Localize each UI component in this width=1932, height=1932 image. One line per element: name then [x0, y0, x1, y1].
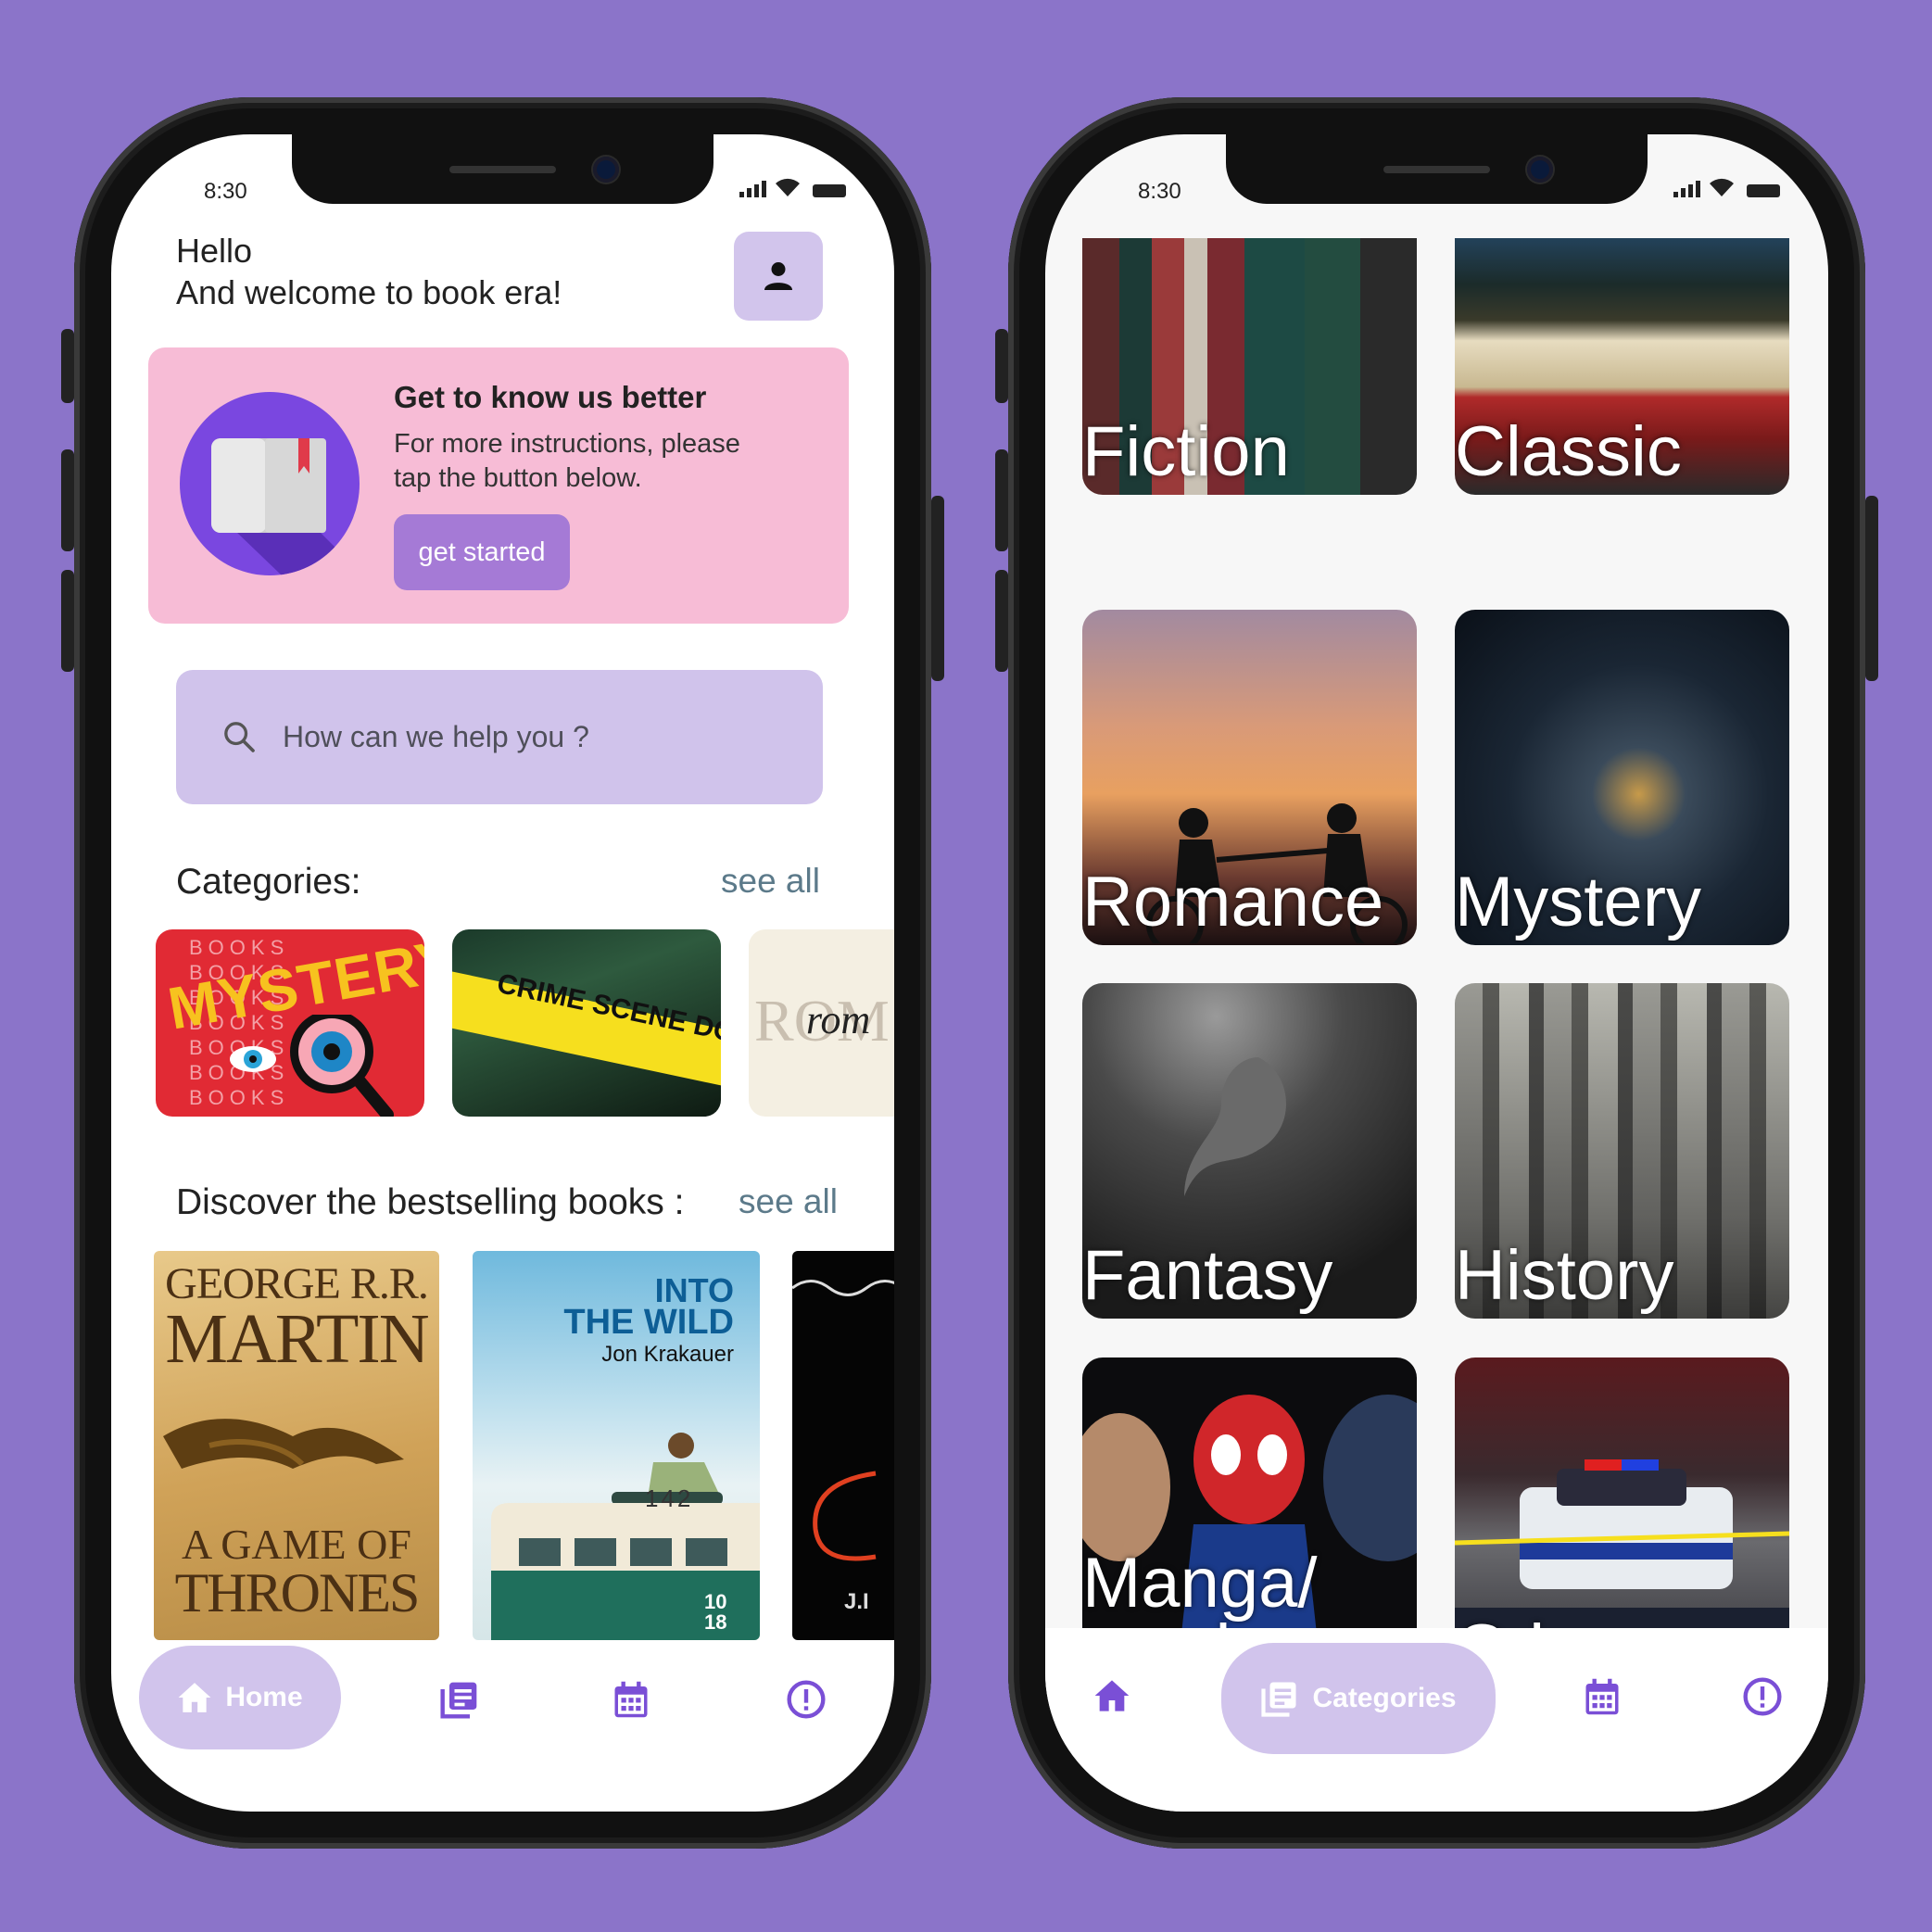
category-thumb-mystery[interactable]: BOOKS BOOKS BOOKS BOOKS BOOKS BOOKS BOOK…	[156, 929, 424, 1117]
status-icons	[739, 177, 846, 197]
nav-home-label: Home	[225, 1682, 303, 1712]
book-logo-icon	[180, 392, 360, 575]
tile-label-history: History	[1455, 1236, 1674, 1315]
nav-home-tab[interactable]: Home	[139, 1646, 341, 1749]
bestsellers-title: Discover the bestselling books :	[176, 1182, 685, 1222]
notch	[292, 134, 713, 204]
tile-label-classic: Classic	[1455, 412, 1682, 491]
battery-icon	[813, 184, 846, 197]
signal-icon	[739, 181, 766, 197]
status-time: 8:30	[204, 179, 247, 204]
tile-label-romance: Romance	[1082, 863, 1384, 941]
phone-frame-categories: 8:30 Fiction Classic Romance Mystery Fan…	[995, 97, 1878, 1849]
power-button	[931, 496, 944, 681]
category-thumb-crime[interactable]: CRIME SCENE DO NOT CROSS	[452, 929, 721, 1117]
front-camera	[1527, 157, 1553, 183]
search-icon	[224, 722, 255, 752]
categories-title: Categories:	[176, 862, 361, 902]
category-thumb-romance[interactable]: ROM rom	[749, 929, 894, 1117]
power-button	[1865, 496, 1878, 681]
signal-icon	[1673, 181, 1700, 197]
status-time: 8:30	[1138, 179, 1181, 204]
search-bar[interactable]	[176, 670, 823, 804]
bottom-nav: Home	[111, 1640, 894, 1779]
volume-up-button	[61, 449, 74, 551]
categories-see-all-link[interactable]: see all	[721, 862, 820, 901]
info-icon[interactable]	[1742, 1676, 1783, 1717]
bottom-nav: Categories	[1045, 1628, 1828, 1812]
info-icon[interactable]	[786, 1679, 827, 1720]
wifi-icon	[776, 178, 800, 196]
mute-switch	[995, 329, 1008, 403]
tile-label-fantasy: Fantasy	[1082, 1236, 1333, 1315]
calendar-icon[interactable]	[612, 1679, 650, 1720]
category-tile-fantasy[interactable]: Fantasy	[1082, 983, 1417, 1319]
battery-icon	[1747, 184, 1780, 197]
promo-card: Get to know us better For more instructi…	[148, 347, 849, 624]
category-tile-history[interactable]: History	[1455, 983, 1789, 1319]
volume-down-button	[995, 570, 1008, 672]
category-tile-classic[interactable]: Classic	[1455, 238, 1789, 495]
status-icons	[1673, 177, 1780, 197]
home-icon	[178, 1683, 211, 1712]
categories-screen: 8:30 Fiction Classic Romance Mystery Fan…	[1045, 134, 1828, 1812]
promo-description-line2: tap the button below.	[394, 463, 642, 493]
magnifier-eye-icon	[230, 1015, 394, 1117]
profile-button[interactable]	[734, 232, 823, 321]
front-camera	[593, 157, 619, 183]
volume-down-button	[61, 570, 74, 672]
tile-label-mystery: Mystery	[1455, 863, 1701, 941]
greeting-welcome: And welcome to book era!	[176, 273, 562, 311]
promo-description-line1: For more instructions, please	[394, 429, 740, 459]
book-cover-game-of-thrones[interactable]: GEORGE R.R. MARTIN A GAME OF THRONES	[154, 1251, 439, 1640]
phone-frame-home: 8:30 Hello And welcome to book era! Get	[61, 97, 944, 1849]
book-cover-into-the-wild[interactable]: INTO THE WILD Jon Krakauer 142 10 18	[473, 1251, 760, 1640]
get-started-button[interactable]: get started	[394, 514, 570, 590]
tile-label-fiction: Fiction	[1082, 412, 1290, 491]
library-icon	[1261, 1682, 1296, 1717]
mute-switch	[61, 329, 74, 403]
category-tile-romance[interactable]: Romance	[1082, 610, 1417, 945]
library-icon[interactable]	[439, 1679, 480, 1720]
category-tile-fiction[interactable]: Fiction	[1082, 238, 1417, 495]
promo-title: Get to know us better	[394, 380, 707, 414]
person-icon	[764, 262, 792, 290]
nav-categories-label: Categories	[1312, 1683, 1457, 1713]
book-cover-third[interactable]: J.I	[792, 1251, 894, 1640]
calendar-icon[interactable]	[1583, 1676, 1622, 1717]
dragon-icon	[163, 1419, 404, 1469]
wifi-icon	[1710, 178, 1734, 196]
greeting-hello: Hello	[176, 232, 253, 270]
volume-up-button	[995, 449, 1008, 551]
home-icon[interactable]	[1093, 1678, 1130, 1713]
category-tile-mystery[interactable]: Mystery	[1455, 610, 1789, 945]
notch	[1226, 134, 1648, 204]
search-input[interactable]	[283, 670, 802, 804]
bestsellers-see-all-link[interactable]: see all	[739, 1182, 838, 1221]
home-screen: 8:30 Hello And welcome to book era! Get	[111, 134, 894, 1812]
nav-categories-tab[interactable]: Categories	[1221, 1643, 1496, 1754]
